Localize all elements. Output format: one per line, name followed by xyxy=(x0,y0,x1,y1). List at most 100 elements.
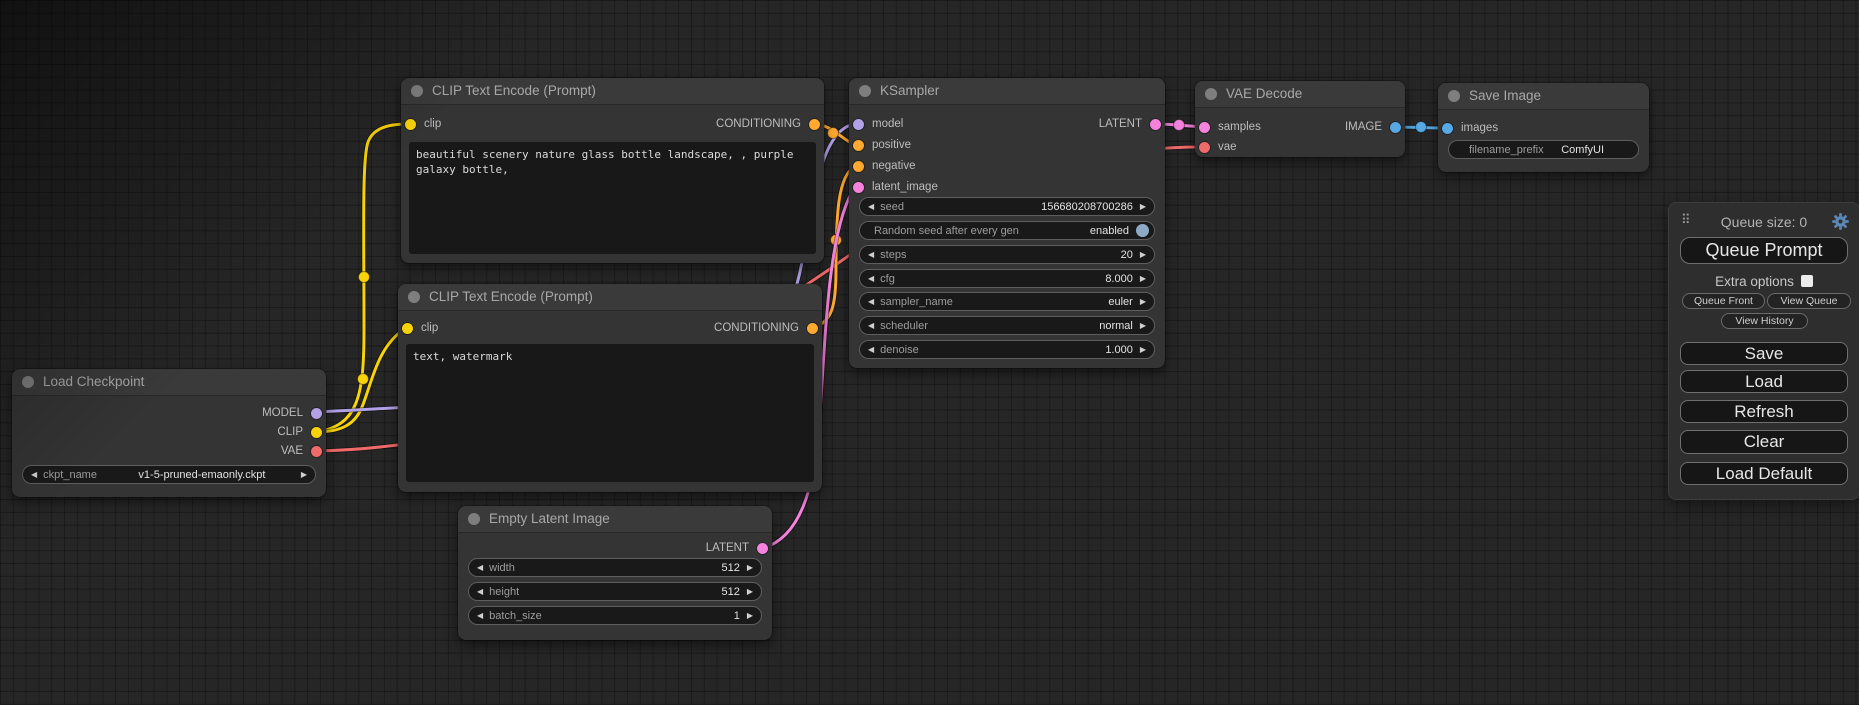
save-button[interactable]: Save xyxy=(1680,342,1848,365)
node-titlebar-clip-text-encode-1[interactable]: CLIP Text Encode (Prompt) xyxy=(401,78,824,105)
input-slot-dot[interactable] xyxy=(853,182,864,193)
node-save-image[interactable]: Save Image images filename_prefixComfyUI xyxy=(1438,83,1649,172)
decrement-arrow-icon[interactable]: ◀ xyxy=(477,564,483,572)
refresh-button[interactable]: Refresh xyxy=(1680,400,1848,423)
input-port-samples[interactable]: samples xyxy=(1195,119,1261,135)
output-port-latent[interactable]: LATENT xyxy=(1099,116,1165,132)
output-slot-dot[interactable] xyxy=(1390,122,1401,133)
output-port-conditioning[interactable]: CONDITIONING xyxy=(716,116,824,132)
settings-gear-icon[interactable] xyxy=(1832,213,1849,230)
view-history-button[interactable]: View History xyxy=(1721,313,1808,329)
output-port-model[interactable]: MODEL xyxy=(262,405,326,421)
collapse-dot-icon[interactable] xyxy=(408,291,420,303)
node-titlebar-load-checkpoint[interactable]: Load Checkpoint xyxy=(12,369,326,396)
node-vae-decode[interactable]: VAE Decode samples vae IMAGE xyxy=(1195,81,1405,157)
increment-arrow-icon[interactable]: ▶ xyxy=(747,612,753,620)
node-clip-text-encode-2[interactable]: CLIP Text Encode (Prompt) clip CONDITIONIN… xyxy=(398,284,822,492)
node-titlebar-ksampler[interactable]: KSampler xyxy=(849,78,1165,105)
decrement-arrow-icon[interactable]: ◀ xyxy=(868,298,874,306)
queue-prompt-button[interactable]: Queue Prompt xyxy=(1680,237,1848,264)
input-port-latent_image[interactable]: latent_image xyxy=(849,179,938,195)
output-slot-dot[interactable] xyxy=(1150,119,1161,130)
increment-arrow-icon[interactable]: ▶ xyxy=(1140,346,1146,354)
input-slot-dot[interactable] xyxy=(853,119,864,130)
node-load-checkpoint[interactable]: Load Checkpoint MODEL CLIP VAE ◀ckpt_namev1-… xyxy=(12,369,326,497)
widget-height[interactable]: ◀height512▶ xyxy=(468,582,762,601)
decrement-arrow-icon[interactable]: ◀ xyxy=(868,322,874,330)
widget-cfg[interactable]: ◀cfg8.000▶ xyxy=(859,269,1155,288)
input-slot-dot[interactable] xyxy=(1199,122,1210,133)
decrement-arrow-icon[interactable]: ◀ xyxy=(477,588,483,596)
node-titlebar-empty-latent-image[interactable]: Empty Latent Image xyxy=(458,506,772,533)
output-slot-dot[interactable] xyxy=(311,446,322,457)
node-titlebar-clip-text-encode-2[interactable]: CLIP Text Encode (Prompt) xyxy=(398,284,822,311)
collapse-dot-icon[interactable] xyxy=(411,85,423,97)
output-port-vae[interactable]: VAE xyxy=(281,443,326,459)
output-port-clip[interactable]: CLIP xyxy=(277,424,326,440)
queue-front-button[interactable]: Queue Front xyxy=(1682,293,1765,309)
widget-width[interactable]: ◀width512▶ xyxy=(468,558,762,577)
input-port-negative[interactable]: negative xyxy=(849,158,915,174)
output-port-latent[interactable]: LATENT xyxy=(706,540,772,556)
collapse-dot-icon[interactable] xyxy=(22,376,34,388)
load-button[interactable]: Load xyxy=(1680,370,1848,393)
widget-scheduler[interactable]: ◀schedulernormal▶ xyxy=(859,316,1155,335)
widget-filename_prefix[interactable]: filename_prefixComfyUI xyxy=(1448,140,1639,159)
node-titlebar-vae-decode[interactable]: VAE Decode xyxy=(1195,81,1405,108)
decrement-arrow-icon[interactable]: ◀ xyxy=(31,471,37,479)
input-slot-dot[interactable] xyxy=(405,119,416,130)
node-clip-text-encode-1[interactable]: CLIP Text Encode (Prompt) clip CONDITIONIN… xyxy=(401,78,824,263)
output-slot-dot[interactable] xyxy=(807,323,818,334)
input-slot-dot[interactable] xyxy=(853,161,864,172)
collapse-dot-icon[interactable] xyxy=(859,85,871,97)
increment-arrow-icon[interactable]: ▶ xyxy=(301,471,307,479)
increment-arrow-icon[interactable]: ▶ xyxy=(1140,203,1146,211)
widget-steps[interactable]: ◀steps20▶ xyxy=(859,245,1155,264)
output-slot-dot[interactable] xyxy=(757,543,768,554)
input-port-model[interactable]: model xyxy=(849,116,903,132)
toggle-dot[interactable] xyxy=(1136,224,1149,237)
widget-ckpt_name[interactable]: ◀ckpt_namev1-5-pruned-emaonly.ckpt▶ xyxy=(22,465,316,484)
decrement-arrow-icon[interactable]: ◀ xyxy=(868,251,874,259)
widget-denoise[interactable]: ◀denoise1.000▶ xyxy=(859,340,1155,359)
input-port-vae[interactable]: vae xyxy=(1195,139,1237,155)
input-port-positive[interactable]: positive xyxy=(849,137,911,153)
input-port-clip[interactable]: clip xyxy=(398,320,438,336)
collapse-dot-icon[interactable] xyxy=(1448,90,1460,102)
decrement-arrow-icon[interactable]: ◀ xyxy=(868,203,874,211)
increment-arrow-icon[interactable]: ▶ xyxy=(747,588,753,596)
increment-arrow-icon[interactable]: ▶ xyxy=(747,564,753,572)
collapse-dot-icon[interactable] xyxy=(468,513,480,525)
output-slot-dot[interactable] xyxy=(809,119,820,130)
widget-batch_size[interactable]: ◀batch_size1▶ xyxy=(468,606,762,625)
view-queue-button[interactable]: View Queue xyxy=(1767,293,1851,309)
input-slot-dot[interactable] xyxy=(853,140,864,151)
load-default-button[interactable]: Load Default xyxy=(1680,462,1848,485)
widget-random-seed-after-every-gen[interactable]: Random seed after every genenabled xyxy=(859,221,1155,240)
prompt-textarea[interactable]: text, watermark xyxy=(406,344,814,482)
node-titlebar-save-image[interactable]: Save Image xyxy=(1438,83,1649,110)
increment-arrow-icon[interactable]: ▶ xyxy=(1140,251,1146,259)
decrement-arrow-icon[interactable]: ◀ xyxy=(868,275,874,283)
output-slot-dot[interactable] xyxy=(311,427,322,438)
collapse-dot-icon[interactable] xyxy=(1205,88,1217,100)
input-slot-dot[interactable] xyxy=(1442,123,1453,134)
input-slot-dot[interactable] xyxy=(1199,142,1210,153)
decrement-arrow-icon[interactable]: ◀ xyxy=(477,612,483,620)
extra-options-checkbox[interactable] xyxy=(1801,275,1813,287)
increment-arrow-icon[interactable]: ▶ xyxy=(1140,322,1146,330)
decrement-arrow-icon[interactable]: ◀ xyxy=(868,346,874,354)
node-empty-latent-image[interactable]: Empty Latent Image LATENT ◀width512▶ ◀heigh… xyxy=(458,506,772,640)
prompt-textarea[interactable]: beautiful scenery nature glass bottle la… xyxy=(409,142,816,254)
output-port-conditioning[interactable]: CONDITIONING xyxy=(714,320,822,336)
node-ksampler[interactable]: KSampler model positive negative latent_imag… xyxy=(849,78,1165,368)
increment-arrow-icon[interactable]: ▶ xyxy=(1140,275,1146,283)
input-slot-dot[interactable] xyxy=(402,323,413,334)
input-port-images[interactable]: images xyxy=(1438,120,1498,136)
widget-seed[interactable]: ◀seed156680208700286▶ xyxy=(859,197,1155,216)
output-port-image[interactable]: IMAGE xyxy=(1345,119,1405,135)
input-port-clip[interactable]: clip xyxy=(401,116,441,132)
increment-arrow-icon[interactable]: ▶ xyxy=(1140,298,1146,306)
widget-sampler_name[interactable]: ◀sampler_nameeuler▶ xyxy=(859,292,1155,311)
clear-button[interactable]: Clear xyxy=(1680,430,1848,454)
